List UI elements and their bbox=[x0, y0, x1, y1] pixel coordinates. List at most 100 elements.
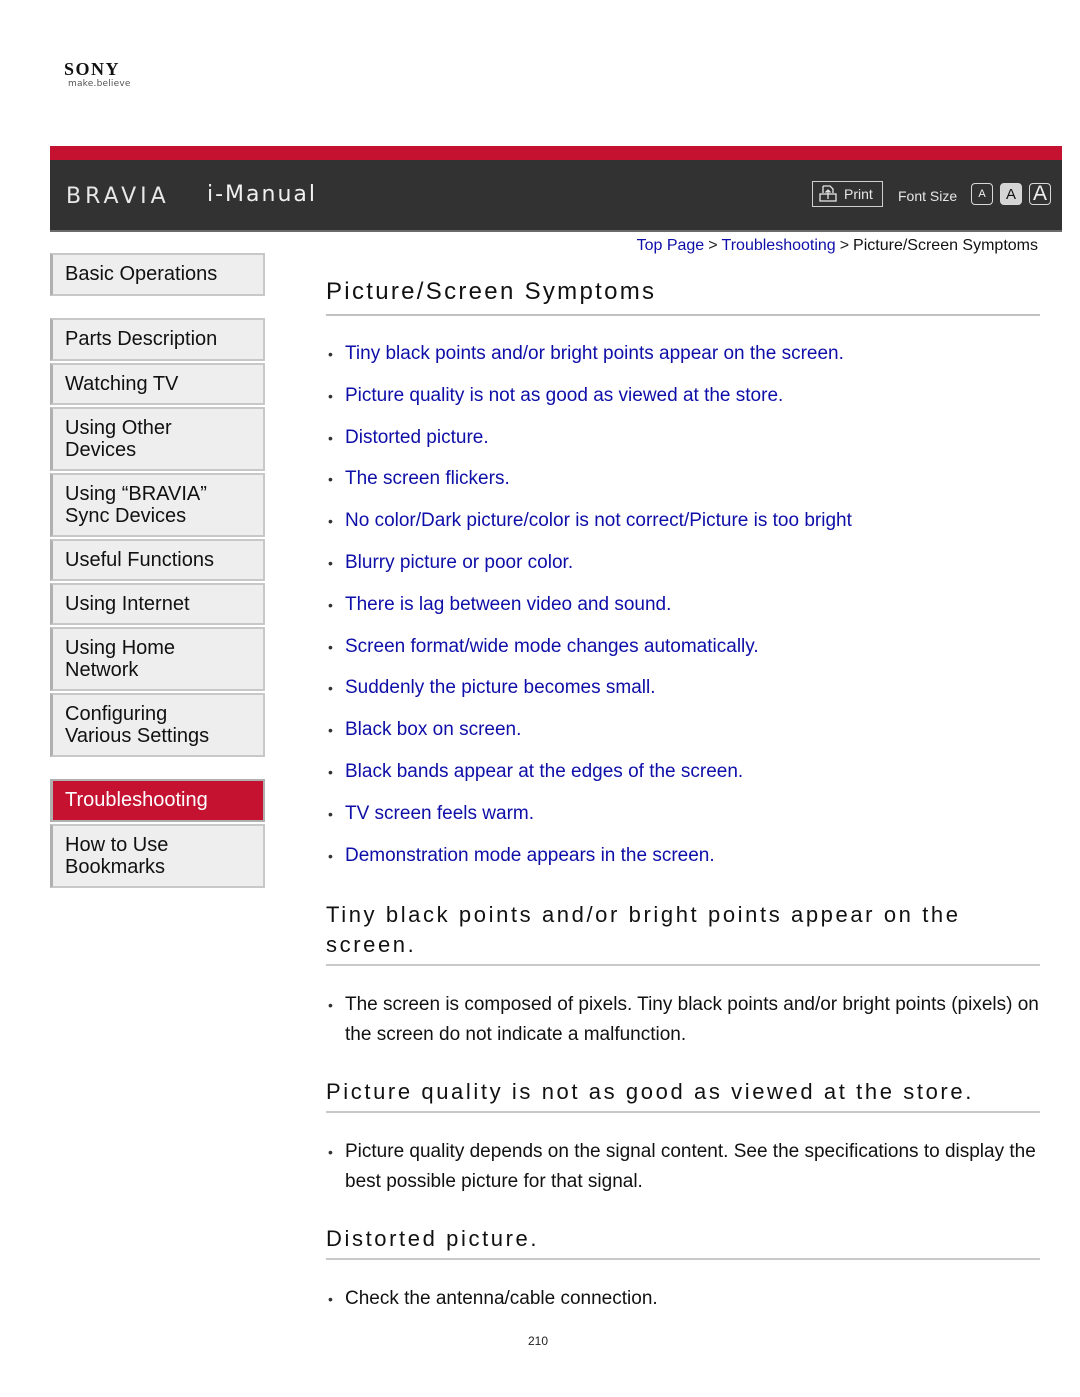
sidebar-item-label: Configuring Various Settings bbox=[65, 703, 210, 747]
list-item: • No color/Dark picture/color is not corr… bbox=[326, 509, 1040, 551]
bullet: • bbox=[328, 513, 333, 530]
list-item: • Screen format/wide mode changes automat… bbox=[326, 635, 1040, 677]
sidebar-item-watching-tv[interactable]: Watching TV bbox=[50, 363, 265, 405]
sidebar-item-using-internet[interactable]: Using Internet bbox=[50, 583, 265, 625]
sidebar-item-label: Using Home Network bbox=[65, 637, 176, 681]
list-item: • TV screen feels warm. bbox=[326, 802, 1040, 844]
sidebar-item-label: Useful Functions bbox=[65, 549, 214, 571]
breadcrumb-separator: > bbox=[708, 237, 718, 254]
symptom-link[interactable]: Distorted picture. bbox=[345, 426, 489, 468]
bullet: • bbox=[328, 1291, 333, 1307]
header-bar: BRAVIA i-Manual Print Font Size A A A bbox=[50, 160, 1062, 232]
section-title: Picture quality is not as good as viewed… bbox=[326, 1077, 1040, 1113]
breadcrumb-troubleshooting[interactable]: Troubleshooting bbox=[722, 237, 836, 254]
sidebar-item-label: Troubleshooting bbox=[65, 789, 208, 811]
sidebar-item-configuring-settings[interactable]: Configuring Various Settings bbox=[50, 693, 265, 757]
bullet: • bbox=[328, 805, 333, 822]
sidebar-nav: Basic Operations Parts Description Watch… bbox=[50, 253, 265, 890]
bullet: • bbox=[328, 763, 333, 780]
main-content: Picture/Screen Symptoms • Tiny black poin… bbox=[326, 278, 1040, 885]
section-text: The screen is composed of pixels. Tiny b… bbox=[345, 994, 1039, 1045]
sidebar-item-label: Watching TV bbox=[65, 373, 179, 395]
bravia-logo: BRAVIA bbox=[66, 184, 170, 209]
sidebar-item-label: How to Use Bookmarks bbox=[65, 834, 169, 878]
symptom-link[interactable]: Screen format/wide mode changes automati… bbox=[345, 635, 759, 677]
symptom-link[interactable]: There is lag between video and sound. bbox=[345, 593, 671, 635]
symptom-link[interactable]: Tiny black points and/or bright points a… bbox=[345, 342, 844, 384]
section-distorted-picture: Distorted picture. • Check the antenna/c… bbox=[326, 1224, 1040, 1314]
bullet: • bbox=[328, 387, 333, 404]
bullet: • bbox=[328, 346, 333, 362]
symptom-link[interactable]: No color/Dark picture/color is not corre… bbox=[345, 509, 852, 551]
list-item: • The screen flickers. bbox=[326, 467, 1040, 509]
symptom-link[interactable]: Black bands appear at the edges of the s… bbox=[345, 760, 743, 802]
bullet: • bbox=[328, 596, 333, 613]
list-item: • There is lag between video and sound. bbox=[326, 593, 1040, 635]
bullet: • bbox=[328, 638, 333, 655]
section-body: • Picture quality depends on the signal … bbox=[326, 1137, 1040, 1197]
breadcrumb-current: Picture/Screen Symptoms bbox=[853, 237, 1038, 254]
print-button[interactable]: Print bbox=[812, 181, 883, 207]
sidebar-item-useful-functions[interactable]: Useful Functions bbox=[50, 539, 265, 581]
section-tiny-points: Tiny black points and/or bright points a… bbox=[326, 900, 1040, 1050]
sidebar-item-using-home-network[interactable]: Using Home Network bbox=[50, 627, 265, 691]
bullet: • bbox=[328, 1144, 333, 1160]
font-size-large-button[interactable]: A bbox=[1029, 182, 1051, 205]
sidebar-item-label: Basic Operations bbox=[65, 263, 218, 285]
print-label: Print bbox=[844, 186, 873, 202]
header-accent-band bbox=[50, 146, 1062, 160]
bullet: • bbox=[328, 554, 333, 571]
sidebar-item-using-other-devices[interactable]: Using Other Devices bbox=[50, 407, 265, 471]
section-text: Picture quality depends on the signal co… bbox=[345, 1141, 1036, 1192]
symptom-link[interactable]: Suddenly the picture becomes small. bbox=[345, 676, 656, 718]
list-item: • Black bands appear at the edges of the … bbox=[326, 760, 1040, 802]
sidebar-item-troubleshooting[interactable]: Troubleshooting bbox=[50, 779, 265, 822]
bullet: • bbox=[328, 722, 333, 739]
bullet: • bbox=[328, 680, 333, 697]
font-size-small-button[interactable]: A bbox=[971, 183, 993, 205]
page-number: 210 bbox=[528, 1334, 549, 1348]
list-item: • Demonstration mode appears in the scree… bbox=[326, 844, 1040, 886]
symptom-link[interactable]: Picture quality is not as good as viewed… bbox=[345, 384, 783, 426]
sidebar-item-label: Using “BRAVIA” Sync Devices bbox=[65, 483, 207, 527]
font-size-medium-button[interactable]: A bbox=[1000, 183, 1022, 205]
section-body: • Check the antenna/cable connection. bbox=[326, 1284, 1040, 1314]
sidebar-item-bravia-sync-devices[interactable]: Using “BRAVIA” Sync Devices bbox=[50, 473, 265, 537]
list-item: • Tiny black points and/or bright points … bbox=[326, 342, 1040, 384]
list-item: • Suddenly the picture becomes small. bbox=[326, 676, 1040, 718]
bullet: • bbox=[328, 471, 333, 488]
sidebar-item-label: Parts Description bbox=[65, 328, 218, 350]
section-title: Tiny black points and/or bright points a… bbox=[326, 900, 1040, 966]
symptom-link[interactable]: TV screen feels warm. bbox=[345, 802, 534, 844]
section-body: • The screen is composed of pixels. Tiny… bbox=[326, 990, 1040, 1050]
bullet: • bbox=[328, 429, 333, 446]
manual-header: BRAVIA i-Manual Print Font Size A A A bbox=[50, 146, 1062, 232]
sidebar-item-parts-description[interactable]: Parts Description bbox=[50, 318, 265, 361]
symptom-link[interactable]: Black box on screen. bbox=[345, 718, 521, 760]
list-item: • Distorted picture. bbox=[326, 426, 1040, 468]
symptom-link[interactable]: Blurry picture or poor color. bbox=[345, 551, 573, 593]
sidebar-item-label: Using Internet bbox=[65, 593, 190, 615]
section-text: Check the antenna/cable connection. bbox=[345, 1288, 658, 1309]
print-icon bbox=[819, 185, 837, 202]
page-title: Picture/Screen Symptoms bbox=[326, 278, 1040, 316]
sony-logo: SONY make.believe bbox=[64, 60, 154, 90]
list-item: • Blurry picture or poor color. bbox=[326, 551, 1040, 593]
section-title: Distorted picture. bbox=[326, 1224, 1040, 1260]
font-size-label: Font Size bbox=[898, 188, 958, 204]
bullet: • bbox=[328, 997, 333, 1013]
list-item: • Picture quality is not as good as viewe… bbox=[326, 384, 1040, 426]
sidebar-item-basic-operations[interactable]: Basic Operations bbox=[50, 253, 265, 296]
sony-wordmark: SONY bbox=[64, 59, 121, 79]
section-picture-quality: Picture quality is not as good as viewed… bbox=[326, 1077, 1040, 1197]
symptom-link[interactable]: Demonstration mode appears in the screen… bbox=[345, 844, 715, 886]
breadcrumb-top-page[interactable]: Top Page bbox=[637, 237, 705, 254]
symptom-link-list: • Tiny black points and/or bright points … bbox=[326, 342, 1040, 885]
sony-tagline: make.believe bbox=[68, 79, 131, 89]
bullet: • bbox=[328, 847, 333, 864]
list-item: • Black box on screen. bbox=[326, 718, 1040, 760]
breadcrumb: Top Page > Troubleshooting > Picture/Screen … bbox=[637, 237, 1038, 255]
breadcrumb-separator: > bbox=[839, 237, 850, 254]
sidebar-item-bookmarks[interactable]: How to Use Bookmarks bbox=[50, 824, 265, 888]
symptom-link[interactable]: The screen flickers. bbox=[345, 467, 510, 509]
